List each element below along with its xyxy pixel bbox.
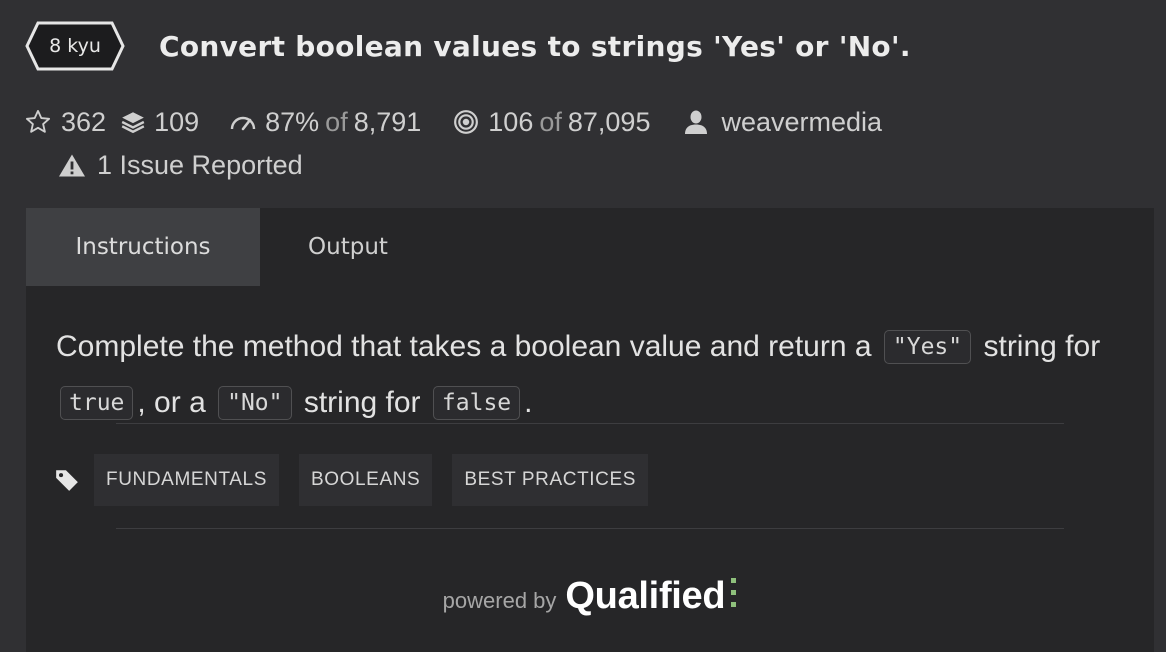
star-icon[interactable]: [24, 108, 52, 136]
kata-description: Complete the method that takes a boolean…: [56, 320, 1131, 432]
kata-page: 8 kyu Convert boolean values to strings …: [0, 0, 1166, 652]
completed-total: 87,095: [567, 106, 651, 137]
divider: [116, 528, 1064, 529]
issues-label[interactable]: 1 Issue Reported: [97, 150, 303, 181]
powered-by-qualified[interactable]: powered by Qualified: [26, 562, 1154, 618]
code-snippet: "Yes": [883, 330, 972, 364]
completed-of: of: [539, 106, 562, 137]
collections-count: 109: [154, 106, 200, 137]
description-text: .: [524, 386, 533, 419]
stars-stat[interactable]: 362: [24, 107, 106, 138]
tab-output[interactable]: Output: [260, 208, 436, 286]
divider: [116, 423, 1064, 424]
satisfaction-of: of: [325, 106, 348, 137]
target-icon: [454, 110, 479, 134]
completed-count: 106: [488, 106, 534, 137]
qualified-logo[interactable]: Qualified: [565, 575, 725, 618]
satisfaction-stat: 87% of 8,791: [229, 107, 421, 138]
description-text: string for: [303, 386, 421, 419]
tab-instructions[interactable]: Instructions: [26, 208, 260, 286]
qualified-dots-icon: [731, 578, 737, 607]
kata-title: Convert boolean values to strings 'Yes' …: [159, 29, 911, 63]
code-snippet: false: [432, 386, 521, 420]
author-stat[interactable]: weavermedia: [684, 107, 882, 138]
completed-stat: 106 of 87,095: [453, 107, 650, 138]
gauge-icon: [230, 116, 256, 131]
satisfaction-percent: 87%: [265, 106, 320, 137]
author-name[interactable]: weavermedia: [721, 107, 882, 138]
description-text: Complete the method that takes a boolean…: [56, 330, 872, 363]
issues-link[interactable]: 1 Issue Reported: [58, 147, 303, 183]
satisfaction-total: 8,791: [353, 106, 422, 137]
code-snippet: "No": [218, 386, 292, 420]
rank-badge: 8 kyu: [24, 20, 126, 72]
tag-list: FUNDAMENTALS BOOLEANS BEST PRACTICES: [54, 454, 668, 506]
kata-header: 8 kyu Convert boolean values to strings …: [24, 20, 911, 72]
stars-count: 362: [61, 106, 107, 137]
kata-stats: 362 109 87% of 8,791 106 of 87,095 weave…: [24, 104, 882, 140]
rank-label: 8 kyu: [49, 35, 101, 57]
collections-stat: 109: [120, 107, 199, 138]
tag-best-practices[interactable]: BEST PRACTICES: [452, 454, 649, 506]
warning-icon: [59, 154, 85, 176]
tag-fundamentals[interactable]: FUNDAMENTALS: [94, 454, 279, 506]
tag-icon: [56, 470, 78, 491]
description-text: , or a: [137, 386, 206, 419]
user-icon: [685, 110, 708, 134]
kata-panel: Instructions Output Complete the method …: [26, 208, 1154, 652]
powered-by-label: powered by: [442, 588, 557, 613]
code-snippet: true: [60, 386, 134, 420]
layers-icon: [121, 112, 145, 134]
tag-booleans[interactable]: BOOLEANS: [298, 454, 433, 506]
description-text: string for: [983, 330, 1101, 363]
panel-tabs: Instructions Output: [26, 208, 436, 286]
